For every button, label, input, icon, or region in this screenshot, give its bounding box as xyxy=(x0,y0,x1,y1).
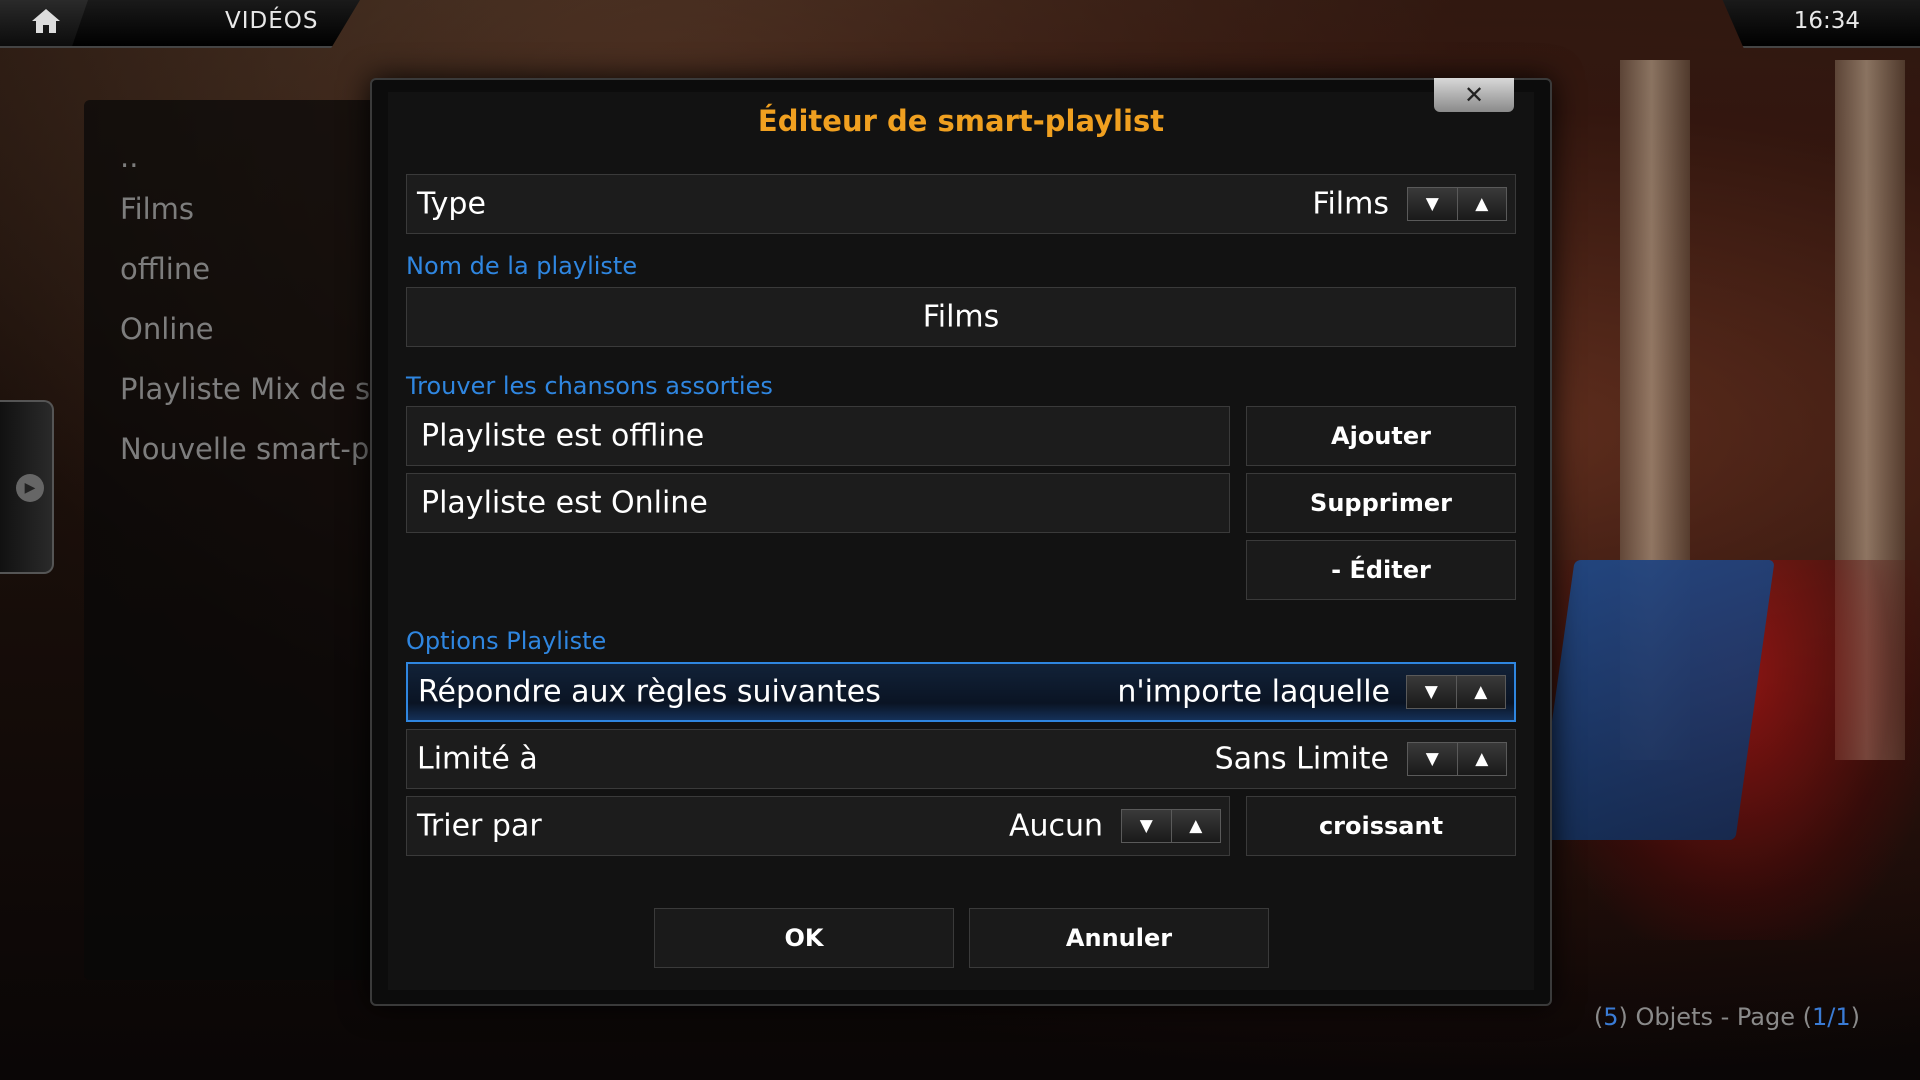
match-value: n'importe laquelle xyxy=(1117,674,1390,710)
rule-item[interactable]: Playliste est offline xyxy=(406,406,1230,466)
background-screen xyxy=(1535,560,1775,840)
sort-spinner: ▼ ▲ xyxy=(1121,809,1221,843)
remove-rule-button[interactable]: Supprimer xyxy=(1246,473,1516,533)
limit-label: Limité à xyxy=(417,741,538,777)
chevron-down-icon[interactable]: ▼ xyxy=(1408,188,1457,220)
sort-label: Trier par xyxy=(417,808,542,844)
limit-spinner: ▼ ▲ xyxy=(1407,742,1507,776)
rule-item[interactable]: Playliste est Online xyxy=(406,473,1230,533)
dialog-title: Éditeur de smart-playlist xyxy=(757,104,1165,138)
file-list: .. Films offline Online Playliste Mix de… xyxy=(84,100,384,980)
match-selector[interactable]: Répondre aux règles suivantes n'importe … xyxy=(406,662,1516,722)
cancel-button[interactable]: Annuler xyxy=(969,908,1269,968)
type-value: Films xyxy=(1312,186,1389,222)
chevron-up-icon[interactable]: ▲ xyxy=(1456,743,1507,775)
list-item[interactable]: Films xyxy=(120,192,194,226)
chevron-down-icon[interactable]: ▼ xyxy=(1122,810,1171,842)
rules-heading: Trouver les chansons assorties xyxy=(406,372,773,400)
list-item[interactable]: Playliste Mix de s xyxy=(120,372,370,406)
home-icon xyxy=(30,7,62,39)
rule-label: Playliste est offline xyxy=(421,418,705,454)
type-label: Type xyxy=(417,186,486,222)
limit-selector[interactable]: Limité à Sans Limite ▼ ▲ xyxy=(406,729,1516,789)
limit-value: Sans Limite xyxy=(1214,741,1389,777)
list-item[interactable]: offline xyxy=(120,252,210,286)
sort-value: Aucun xyxy=(1008,808,1103,844)
chevron-up-icon[interactable]: ▲ xyxy=(1455,676,1506,708)
edit-rule-button[interactable]: - Éditer xyxy=(1246,540,1516,600)
sort-direction-button[interactable]: croissant xyxy=(1246,796,1516,856)
smart-playlist-dialog: ✕ Éditeur de smart-playlist Type Films ▼… xyxy=(370,78,1552,1006)
section-title: VIDÉOS xyxy=(225,8,319,34)
item-count: (5) Objets - Page (1/1) xyxy=(1593,1003,1860,1031)
clock: 16:34 xyxy=(1793,8,1860,34)
playlist-name-field[interactable]: Films xyxy=(406,287,1516,347)
add-rule-button[interactable]: Ajouter xyxy=(1246,406,1516,466)
type-selector[interactable]: Type Films ▼ ▲ xyxy=(406,174,1516,234)
side-menu-tab[interactable]: ▶ xyxy=(0,400,54,574)
playlist-name-heading: Nom de la playliste xyxy=(406,252,638,280)
playlist-name-value: Films xyxy=(922,299,1000,335)
chevron-down-icon[interactable]: ▼ xyxy=(1407,676,1456,708)
match-spinner: ▼ ▲ xyxy=(1406,675,1506,709)
list-item-parent[interactable]: .. xyxy=(120,140,138,174)
sort-selector[interactable]: Trier par Aucun ▼ ▲ xyxy=(406,796,1230,856)
list-item[interactable]: Online xyxy=(120,312,214,346)
list-item[interactable]: Nouvelle smart-p xyxy=(120,432,369,466)
chevron-down-icon[interactable]: ▼ xyxy=(1408,743,1457,775)
match-label: Répondre aux règles suivantes xyxy=(418,674,881,710)
ok-button[interactable]: OK xyxy=(654,908,954,968)
options-heading: Options Playliste xyxy=(406,627,607,655)
arrow-right-icon: ▶ xyxy=(16,474,44,502)
chevron-up-icon[interactable]: ▲ xyxy=(1170,810,1221,842)
rule-label: Playliste est Online xyxy=(421,485,708,521)
type-spinner: ▼ ▲ xyxy=(1407,187,1507,221)
chevron-up-icon[interactable]: ▲ xyxy=(1456,188,1507,220)
